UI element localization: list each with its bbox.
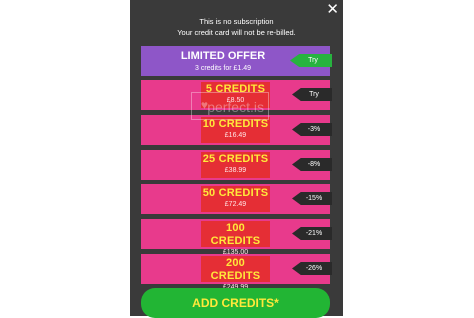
package-name: 200 CREDITS xyxy=(210,257,261,282)
package-tag: -21% xyxy=(292,227,332,240)
package-price: £16.49 xyxy=(224,132,247,139)
limited-offer-subtitle: 3 credits for £1.49 xyxy=(194,65,252,72)
package-name: 100 CREDITS xyxy=(210,222,261,247)
package-tag: -8% xyxy=(292,158,332,171)
package-50-credits[interactable]: 50 CREDITS £72.49 -15% xyxy=(141,184,332,214)
watermark: ♥ perfect.is xyxy=(191,92,269,120)
package-name: 50 CREDITS xyxy=(202,187,269,199)
package-tag: -15% xyxy=(292,192,332,205)
package-tag: -3% xyxy=(292,123,332,136)
heart-icon: ♥ xyxy=(200,98,208,112)
no-rebill-notice: Your credit card will not be re-billed. xyxy=(177,28,296,37)
close-icon[interactable]: ✕ xyxy=(326,2,339,18)
credit-box: 200 CREDITS £249.99 xyxy=(201,256,270,291)
limited-offer-option[interactable]: LIMITED OFFER 3 credits for £1.49 Try xyxy=(141,46,332,76)
limited-offer-title: LIMITED OFFER xyxy=(180,50,266,62)
credit-box: 25 CREDITS £38.99 xyxy=(201,152,270,178)
credits-dialog: ✕ This is no subscription Your credit ca… xyxy=(130,0,343,318)
package-price: £72.49 xyxy=(224,201,247,208)
watermark-text: perfect.is xyxy=(207,99,264,115)
package-100-credits[interactable]: 100 CREDITS £135.00 -21% xyxy=(141,219,332,256)
package-price: £38.99 xyxy=(224,167,247,174)
credit-box: 100 CREDITS £135.00 xyxy=(201,221,270,256)
package-25-credits[interactable]: 25 CREDITS £38.99 -8% xyxy=(141,150,332,180)
package-tag: Try xyxy=(292,88,332,101)
no-subscription-notice: This is no subscription xyxy=(199,17,274,26)
package-200-credits[interactable]: 200 CREDITS £249.99 -26% xyxy=(141,254,332,291)
add-credits-button[interactable]: ADD CREDITS* xyxy=(141,288,330,318)
package-tag: -26% xyxy=(292,262,332,275)
package-name: 25 CREDITS xyxy=(202,153,269,165)
credit-box: 50 CREDITS £72.49 xyxy=(201,186,270,212)
